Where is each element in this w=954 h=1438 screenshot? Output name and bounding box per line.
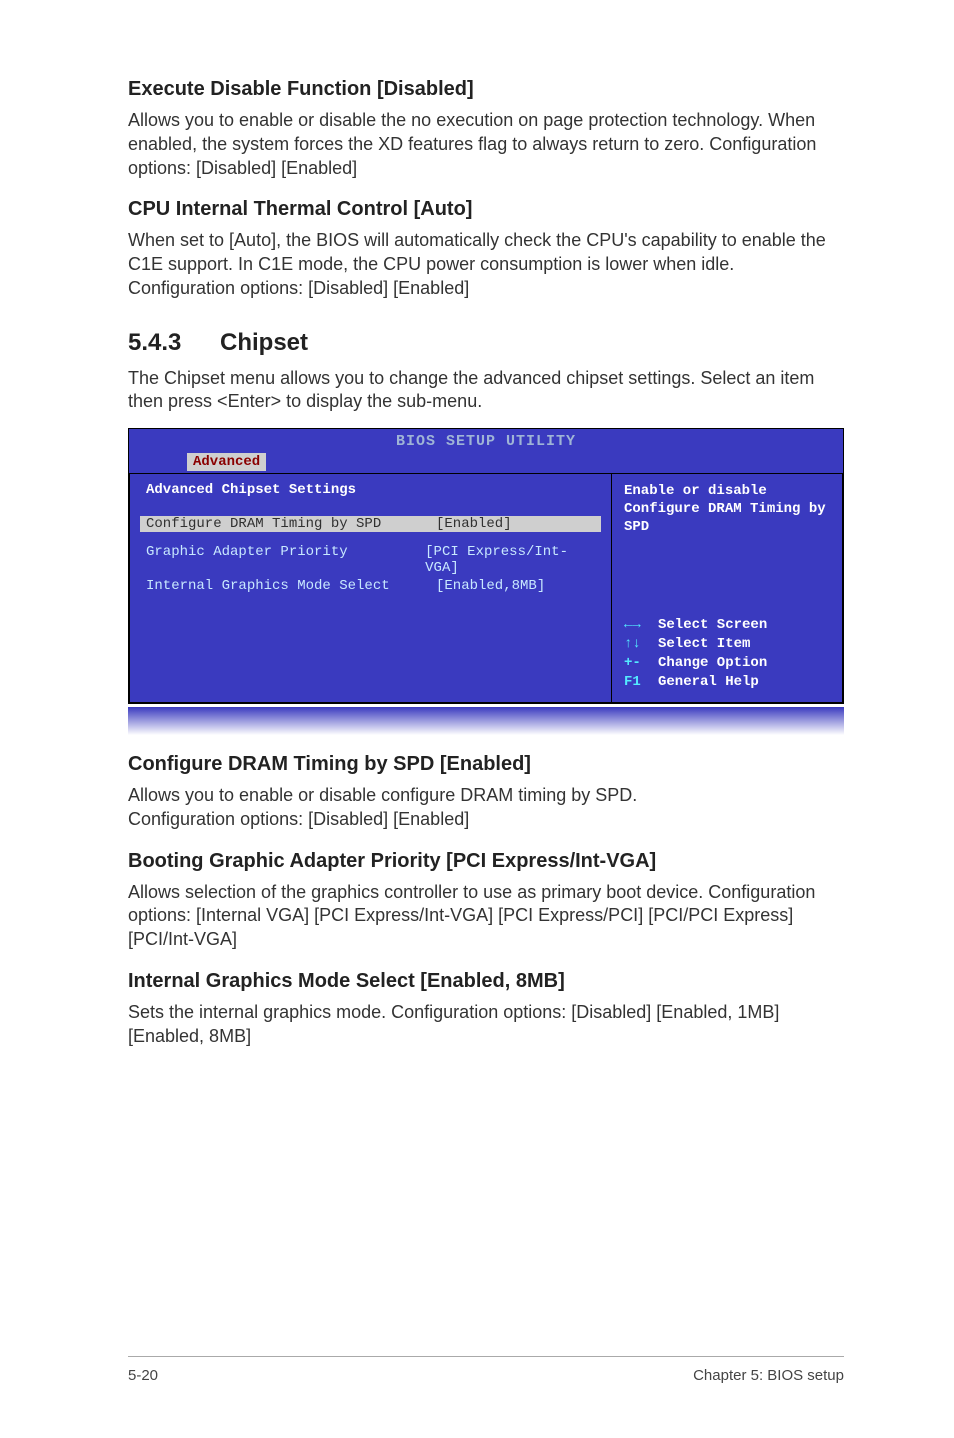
nav-key: +- bbox=[624, 654, 658, 673]
bios-row-label: Configure DRAM Timing by SPD bbox=[146, 516, 436, 532]
bios-right-panel: Enable or disable Configure DRAM Timing … bbox=[611, 473, 843, 703]
nav-label: Select Item bbox=[658, 635, 750, 654]
bios-row-value: [Enabled,8MB] bbox=[436, 578, 545, 594]
bios-help-text: Enable or disable Configure DRAM Timing … bbox=[624, 482, 832, 537]
section-heading-chipset: 5.4.3Chipset bbox=[128, 329, 844, 357]
bios-title: BIOS SETUP UTILITY bbox=[129, 429, 843, 455]
bios-row-value: [Enabled] bbox=[436, 516, 512, 532]
para-dram-2: Configuration options: [Disabled] [Enabl… bbox=[128, 808, 844, 832]
bios-left-panel: Advanced Chipset Settings Configure DRAM… bbox=[129, 473, 611, 703]
nav-label: Change Option bbox=[658, 654, 767, 673]
bios-row-label: Graphic Adapter Priority bbox=[146, 544, 425, 576]
bios-nav-row: ←→Select Screen bbox=[624, 616, 832, 635]
bios-nav-row: F1General Help bbox=[624, 673, 832, 692]
bios-tab-advanced: Advanced bbox=[187, 453, 266, 471]
para-execute-disable: Allows you to enable or disable the no e… bbox=[128, 109, 844, 180]
para-internal-graphics: Sets the internal graphics mode. Configu… bbox=[128, 1001, 844, 1049]
bios-row-value: [PCI Express/Int-VGA] bbox=[425, 544, 595, 576]
para-cpu-thermal: When set to [Auto], the BIOS will automa… bbox=[128, 229, 844, 300]
bios-row: Internal Graphics Mode Select [Enabled,8… bbox=[146, 578, 595, 594]
section-number: 5.4.3 bbox=[128, 329, 220, 357]
nav-label: Select Screen bbox=[658, 616, 767, 635]
heading-dram-timing: Configure DRAM Timing by SPD [Enabled] bbox=[128, 753, 844, 776]
bios-row-selected: Configure DRAM Timing by SPD [Enabled] bbox=[140, 516, 601, 532]
heading-booting-adapter: Booting Graphic Adapter Priority [PCI Ex… bbox=[128, 850, 844, 873]
bios-row-label: Internal Graphics Mode Select bbox=[146, 578, 436, 594]
bios-fade bbox=[128, 707, 844, 735]
bios-panel-title: Advanced Chipset Settings bbox=[146, 482, 595, 498]
bios-nav-row: ↑↓Select Item bbox=[624, 635, 832, 654]
para-booting-adapter: Allows selection of the graphics control… bbox=[128, 881, 844, 952]
nav-label: General Help bbox=[658, 673, 759, 692]
bios-screenshot: BIOS SETUP UTILITY Advanced Advanced Chi… bbox=[128, 428, 844, 704]
bios-row: Graphic Adapter Priority [PCI Express/In… bbox=[146, 544, 595, 576]
footer-chapter: Chapter 5: BIOS setup bbox=[693, 1367, 844, 1384]
page-footer: 5-20 Chapter 5: BIOS setup bbox=[128, 1356, 844, 1384]
footer-page-number: 5-20 bbox=[128, 1367, 158, 1384]
heading-execute-disable: Execute Disable Function [Disabled] bbox=[128, 78, 844, 101]
nav-key: F1 bbox=[624, 673, 658, 692]
heading-internal-graphics: Internal Graphics Mode Select [Enabled, … bbox=[128, 970, 844, 993]
para-dram-1: Allows you to enable or disable configur… bbox=[128, 784, 844, 808]
nav-key: ←→ bbox=[624, 616, 658, 635]
heading-cpu-thermal: CPU Internal Thermal Control [Auto] bbox=[128, 198, 844, 221]
bios-nav-row: +-Change Option bbox=[624, 654, 832, 673]
nav-key: ↑↓ bbox=[624, 635, 658, 654]
bios-nav-legend: ←→Select Screen ↑↓Select Item +-Change O… bbox=[624, 616, 832, 692]
para-chipset-intro: The Chipset menu allows you to change th… bbox=[128, 367, 844, 415]
section-title: Chipset bbox=[220, 329, 308, 356]
